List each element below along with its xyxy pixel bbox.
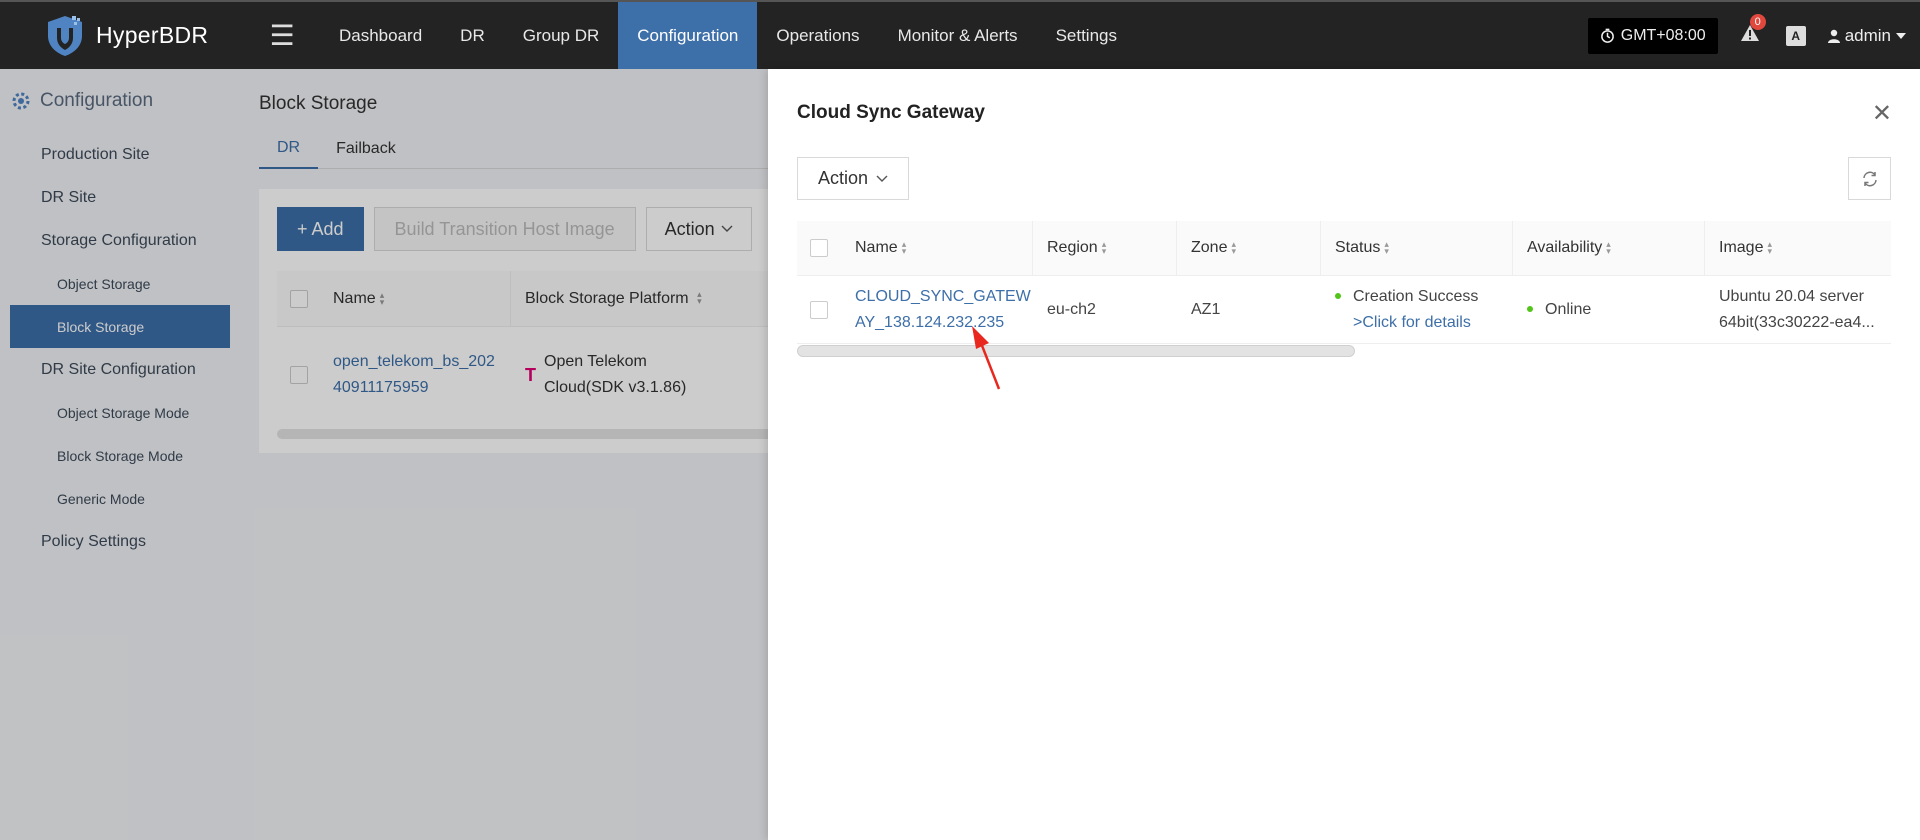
nav-dashboard[interactable]: Dashboard xyxy=(320,2,441,69)
hamburger-icon[interactable]: ☰ xyxy=(254,19,310,52)
top-bar: HyperBDR ☰ Dashboard DR Group DR Configu… xyxy=(0,0,1920,69)
header-availability[interactable]: Availability ▴ ▾ xyxy=(1513,220,1705,276)
availability-cell: Online xyxy=(1513,301,1705,319)
checkbox[interactable] xyxy=(810,239,828,257)
header-name[interactable]: Name ▴ ▾ xyxy=(841,220,1033,276)
timezone-button[interactable]: GMT+08:00 xyxy=(1587,17,1718,54)
user-menu[interactable]: admin xyxy=(1827,25,1906,46)
click-for-details-link[interactable]: >Click for details xyxy=(1335,310,1513,336)
logo[interactable]: HyperBDR xyxy=(0,2,250,69)
header-status[interactable]: Status ▴ ▾ xyxy=(1321,220,1513,276)
image-line2: 64bit(33c30222-ea4... xyxy=(1719,313,1875,331)
nav-operations[interactable]: Operations xyxy=(757,2,878,69)
chevron-down-icon xyxy=(876,175,888,182)
availability-text: Online xyxy=(1545,300,1592,318)
drawer-title: Cloud Sync Gateway xyxy=(797,102,985,123)
region-cell: eu-ch2 xyxy=(1047,300,1096,318)
timezone-label: GMT+08:00 xyxy=(1620,26,1706,44)
sort-icon[interactable]: ▴ ▾ xyxy=(902,240,907,256)
table-row: CLOUD_SYNC_GATEW AY_138.124.232.235 eu-c… xyxy=(797,276,1891,344)
drawer-action-label: Action xyxy=(818,168,869,188)
image-line1: Ubuntu 20.04 server xyxy=(1719,287,1864,305)
header-image-label: Image xyxy=(1719,239,1764,256)
header-image[interactable]: Image ▴ ▾ xyxy=(1705,221,1891,276)
sort-icon[interactable]: ▴ ▾ xyxy=(1606,240,1611,256)
header-availability-label: Availability xyxy=(1527,239,1603,256)
zone-cell: AZ1 xyxy=(1191,300,1221,318)
checkbox[interactable] xyxy=(810,300,828,319)
clock-icon xyxy=(1600,28,1614,43)
nav-monitor-alerts[interactable]: Monitor & Alerts xyxy=(879,2,1037,69)
status-cell: Creation Success >Click for details xyxy=(1321,284,1513,336)
sort-icon[interactable]: ▴ ▾ xyxy=(1231,240,1236,256)
horizontal-scrollbar[interactable] xyxy=(797,345,1891,357)
main-nav: Dashboard DR Group DR Configuration Oper… xyxy=(320,2,1136,69)
shield-logo-icon xyxy=(48,15,82,56)
sort-icon[interactable]: ▴ ▾ xyxy=(1767,240,1772,256)
cloud-sync-gateway-drawer: Cloud Sync Gateway ✕ Action Name ▴ ▾ Regio… xyxy=(768,69,1920,840)
top-right-controls: GMT+08:00 0 A admin xyxy=(1587,2,1906,69)
user-icon xyxy=(1827,29,1840,43)
sort-icon[interactable]: ▴ ▾ xyxy=(1102,240,1107,256)
translate-glyph: A xyxy=(1791,28,1801,43)
image-cell: Ubuntu 20.04 server 64bit(33c30222-ea4..… xyxy=(1705,284,1891,336)
status-dot xyxy=(1335,293,1341,300)
nav-settings[interactable]: Settings xyxy=(1037,2,1136,69)
app-name: HyperBDR xyxy=(96,22,209,48)
header-select-all[interactable] xyxy=(797,239,841,257)
nav-group-dr[interactable]: Group DR xyxy=(504,2,619,69)
header-name-label: Name xyxy=(855,239,898,256)
alerts-button[interactable]: 0 xyxy=(1740,13,1766,48)
alert-count-badge: 0 xyxy=(1749,13,1766,30)
status-text: Creation Success xyxy=(1353,287,1479,305)
nav-configuration[interactable]: Configuration xyxy=(618,2,758,69)
header-zone-label: Zone xyxy=(1191,239,1228,256)
scrollbar-thumb[interactable] xyxy=(797,345,1355,357)
sort-icon[interactable]: ▴ ▾ xyxy=(1384,240,1389,256)
header-region[interactable]: Region ▴ ▾ xyxy=(1033,220,1177,276)
header-status-label: Status xyxy=(1335,239,1381,256)
row-select[interactable] xyxy=(797,300,841,319)
table-header: Name ▴ ▾ Region ▴ ▾ Zone ▴ ▾ Status ▴ ▾ Availabi… xyxy=(797,220,1891,276)
chevron-down-icon xyxy=(1896,32,1906,39)
user-name: admin xyxy=(1844,25,1891,45)
close-icon[interactable]: ✕ xyxy=(1872,99,1892,128)
nav-dr[interactable]: DR xyxy=(441,2,504,69)
translate-icon[interactable]: A xyxy=(1785,25,1806,46)
availability-dot xyxy=(1527,306,1533,313)
refresh-button[interactable] xyxy=(1848,157,1891,200)
refresh-icon xyxy=(1862,171,1877,186)
header-region-label: Region xyxy=(1047,239,1098,256)
annotation-arrow-icon xyxy=(972,326,1001,390)
gateway-table: Name ▴ ▾ Region ▴ ▾ Zone ▴ ▾ Status ▴ ▾ Availabi… xyxy=(797,220,1891,344)
gateway-name-line1: CLOUD_SYNC_GATEW xyxy=(855,287,1031,305)
header-zone[interactable]: Zone ▴ ▾ xyxy=(1177,220,1321,276)
drawer-action-dropdown[interactable]: Action xyxy=(797,157,910,200)
